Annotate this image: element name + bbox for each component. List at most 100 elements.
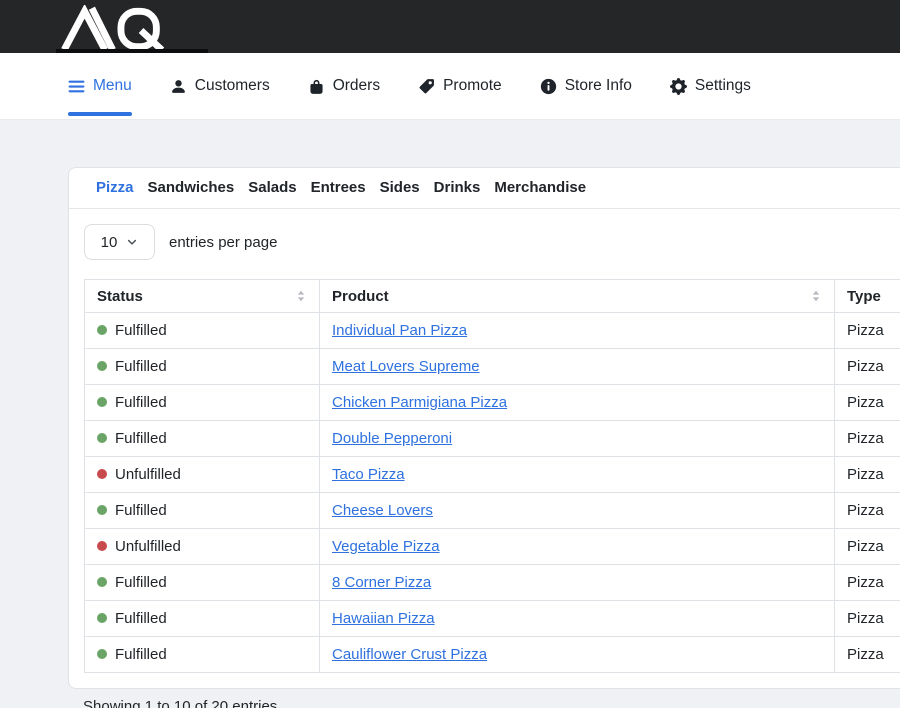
nav-item-customers[interactable]: Customers xyxy=(170,53,270,119)
status-label: Fulfilled xyxy=(115,574,167,591)
category-tabs: Pizza Sandwiches Salads Entrees Sides Dr… xyxy=(69,168,900,209)
sort-icon xyxy=(295,289,307,303)
status-dot xyxy=(97,325,107,335)
gear-icon xyxy=(670,78,687,95)
table-row: Fulfilled Double Pepperoni Pizza xyxy=(85,421,900,457)
table-row: Fulfilled 8 Corner Pizza Pizza xyxy=(85,565,900,601)
top-header-bar xyxy=(0,0,900,53)
product-cell: Cauliflower Crust Pizza xyxy=(320,637,835,673)
product-link[interactable]: Cauliflower Crust Pizza xyxy=(332,646,487,663)
nav-item-menu[interactable]: Menu xyxy=(68,53,132,119)
type-cell: Pizza xyxy=(835,385,900,421)
status-label: Unfulfilled xyxy=(115,466,181,483)
type-cell: Pizza xyxy=(835,457,900,493)
nav-item-store-info[interactable]: Store Info xyxy=(540,53,632,119)
sort-icon xyxy=(810,289,822,303)
product-cell: Individual Pan Pizza xyxy=(320,313,835,349)
table-summary: Showing 1 to 10 of 20 entries xyxy=(83,698,900,708)
product-link[interactable]: Chicken Parmigiana Pizza xyxy=(332,394,507,411)
status-label: Fulfilled xyxy=(115,394,167,411)
product-cell: Chicken Parmigiana Pizza xyxy=(320,385,835,421)
table-row: Unfulfilled Vegetable Pizza Pizza xyxy=(85,529,900,565)
menu-card: Pizza Sandwiches Salads Entrees Sides Dr… xyxy=(68,167,900,689)
table-row: Unfulfilled Taco Pizza Pizza xyxy=(85,457,900,493)
product-link[interactable]: Vegetable Pizza xyxy=(332,538,440,555)
product-link[interactable]: Individual Pan Pizza xyxy=(332,322,467,339)
status-dot xyxy=(97,505,107,515)
nav-item-promote[interactable]: Promote xyxy=(418,53,502,119)
product-link[interactable]: 8 Corner Pizza xyxy=(332,574,431,591)
status-dot xyxy=(97,613,107,623)
status-dot xyxy=(97,433,107,443)
aiq-logo-icon xyxy=(60,5,178,49)
nav-item-label: Store Info xyxy=(565,77,632,95)
column-header-label: Product xyxy=(332,288,389,305)
nav-item-settings[interactable]: Settings xyxy=(670,53,751,119)
column-header-type[interactable]: Type xyxy=(835,280,900,313)
product-cell: Taco Pizza xyxy=(320,457,835,493)
table-row: Fulfilled Cheese Lovers Pizza xyxy=(85,493,900,529)
tab-salads[interactable]: Salads xyxy=(248,179,296,196)
nav-item-label: Promote xyxy=(443,77,502,95)
type-cell: Pizza xyxy=(835,349,900,385)
status-dot xyxy=(97,397,107,407)
chevron-down-icon xyxy=(126,236,138,248)
column-header-label: Type xyxy=(847,288,881,305)
person-icon xyxy=(170,78,187,95)
product-link[interactable]: Double Pepperoni xyxy=(332,430,452,447)
entries-per-page-select[interactable]: 10 xyxy=(84,224,155,260)
status-dot xyxy=(97,469,107,479)
product-link[interactable]: Cheese Lovers xyxy=(332,502,433,519)
product-link[interactable]: Meat Lovers Supreme xyxy=(332,358,480,375)
card-body: 10 entries per page Status xyxy=(69,209,900,688)
column-header-label: Status xyxy=(97,288,143,305)
entries-per-page-value: 10 xyxy=(101,234,118,251)
brand-logo[interactable] xyxy=(60,5,178,54)
status-cell: Fulfilled xyxy=(85,565,320,601)
tab-sides[interactable]: Sides xyxy=(380,179,420,196)
product-link[interactable]: Hawaiian Pizza xyxy=(332,610,435,627)
type-cell: Pizza xyxy=(835,313,900,349)
tab-entrees[interactable]: Entrees xyxy=(311,179,366,196)
product-cell: Cheese Lovers xyxy=(320,493,835,529)
status-label: Fulfilled xyxy=(115,502,167,519)
status-cell: Fulfilled xyxy=(85,493,320,529)
primary-nav: Menu Customers Orders Promote Store Info xyxy=(0,53,900,120)
status-dot xyxy=(97,361,107,371)
status-label: Fulfilled xyxy=(115,646,167,663)
status-cell: Unfulfilled xyxy=(85,529,320,565)
status-label: Fulfilled xyxy=(115,358,167,375)
product-cell: Vegetable Pizza xyxy=(320,529,835,565)
nav-item-label: Customers xyxy=(195,77,270,95)
status-cell: Fulfilled xyxy=(85,421,320,457)
product-cell: Hawaiian Pizza xyxy=(320,601,835,637)
status-dot xyxy=(97,541,107,551)
nav-item-orders[interactable]: Orders xyxy=(308,53,380,119)
status-cell: Fulfilled xyxy=(85,601,320,637)
tag-icon xyxy=(418,78,435,95)
entries-per-page-label: entries per page xyxy=(169,234,277,251)
product-cell: Meat Lovers Supreme xyxy=(320,349,835,385)
tab-merchandise[interactable]: Merchandise xyxy=(494,179,586,196)
type-cell: Pizza xyxy=(835,421,900,457)
tab-drinks[interactable]: Drinks xyxy=(434,179,481,196)
table-row: Fulfilled Cauliflower Crust Pizza Pizza xyxy=(85,637,900,673)
status-cell: Fulfilled xyxy=(85,313,320,349)
status-cell: Fulfilled xyxy=(85,637,320,673)
products-table: Status xyxy=(84,279,900,673)
status-label: Unfulfilled xyxy=(115,538,181,555)
page-background: Pizza Sandwiches Salads Entrees Sides Dr… xyxy=(0,120,900,708)
type-cell: Pizza xyxy=(835,601,900,637)
status-dot xyxy=(97,649,107,659)
table-row: Fulfilled Chicken Parmigiana Pizza Pizza xyxy=(85,385,900,421)
product-cell: Double Pepperoni xyxy=(320,421,835,457)
tab-pizza[interactable]: Pizza xyxy=(96,179,134,196)
tab-sandwiches[interactable]: Sandwiches xyxy=(148,179,235,196)
status-dot xyxy=(97,577,107,587)
status-cell: Unfulfilled xyxy=(85,457,320,493)
column-header-product[interactable]: Product xyxy=(320,280,835,313)
type-cell: Pizza xyxy=(835,529,900,565)
product-link[interactable]: Taco Pizza xyxy=(332,466,405,483)
status-label: Fulfilled xyxy=(115,322,167,339)
column-header-status[interactable]: Status xyxy=(85,280,320,313)
